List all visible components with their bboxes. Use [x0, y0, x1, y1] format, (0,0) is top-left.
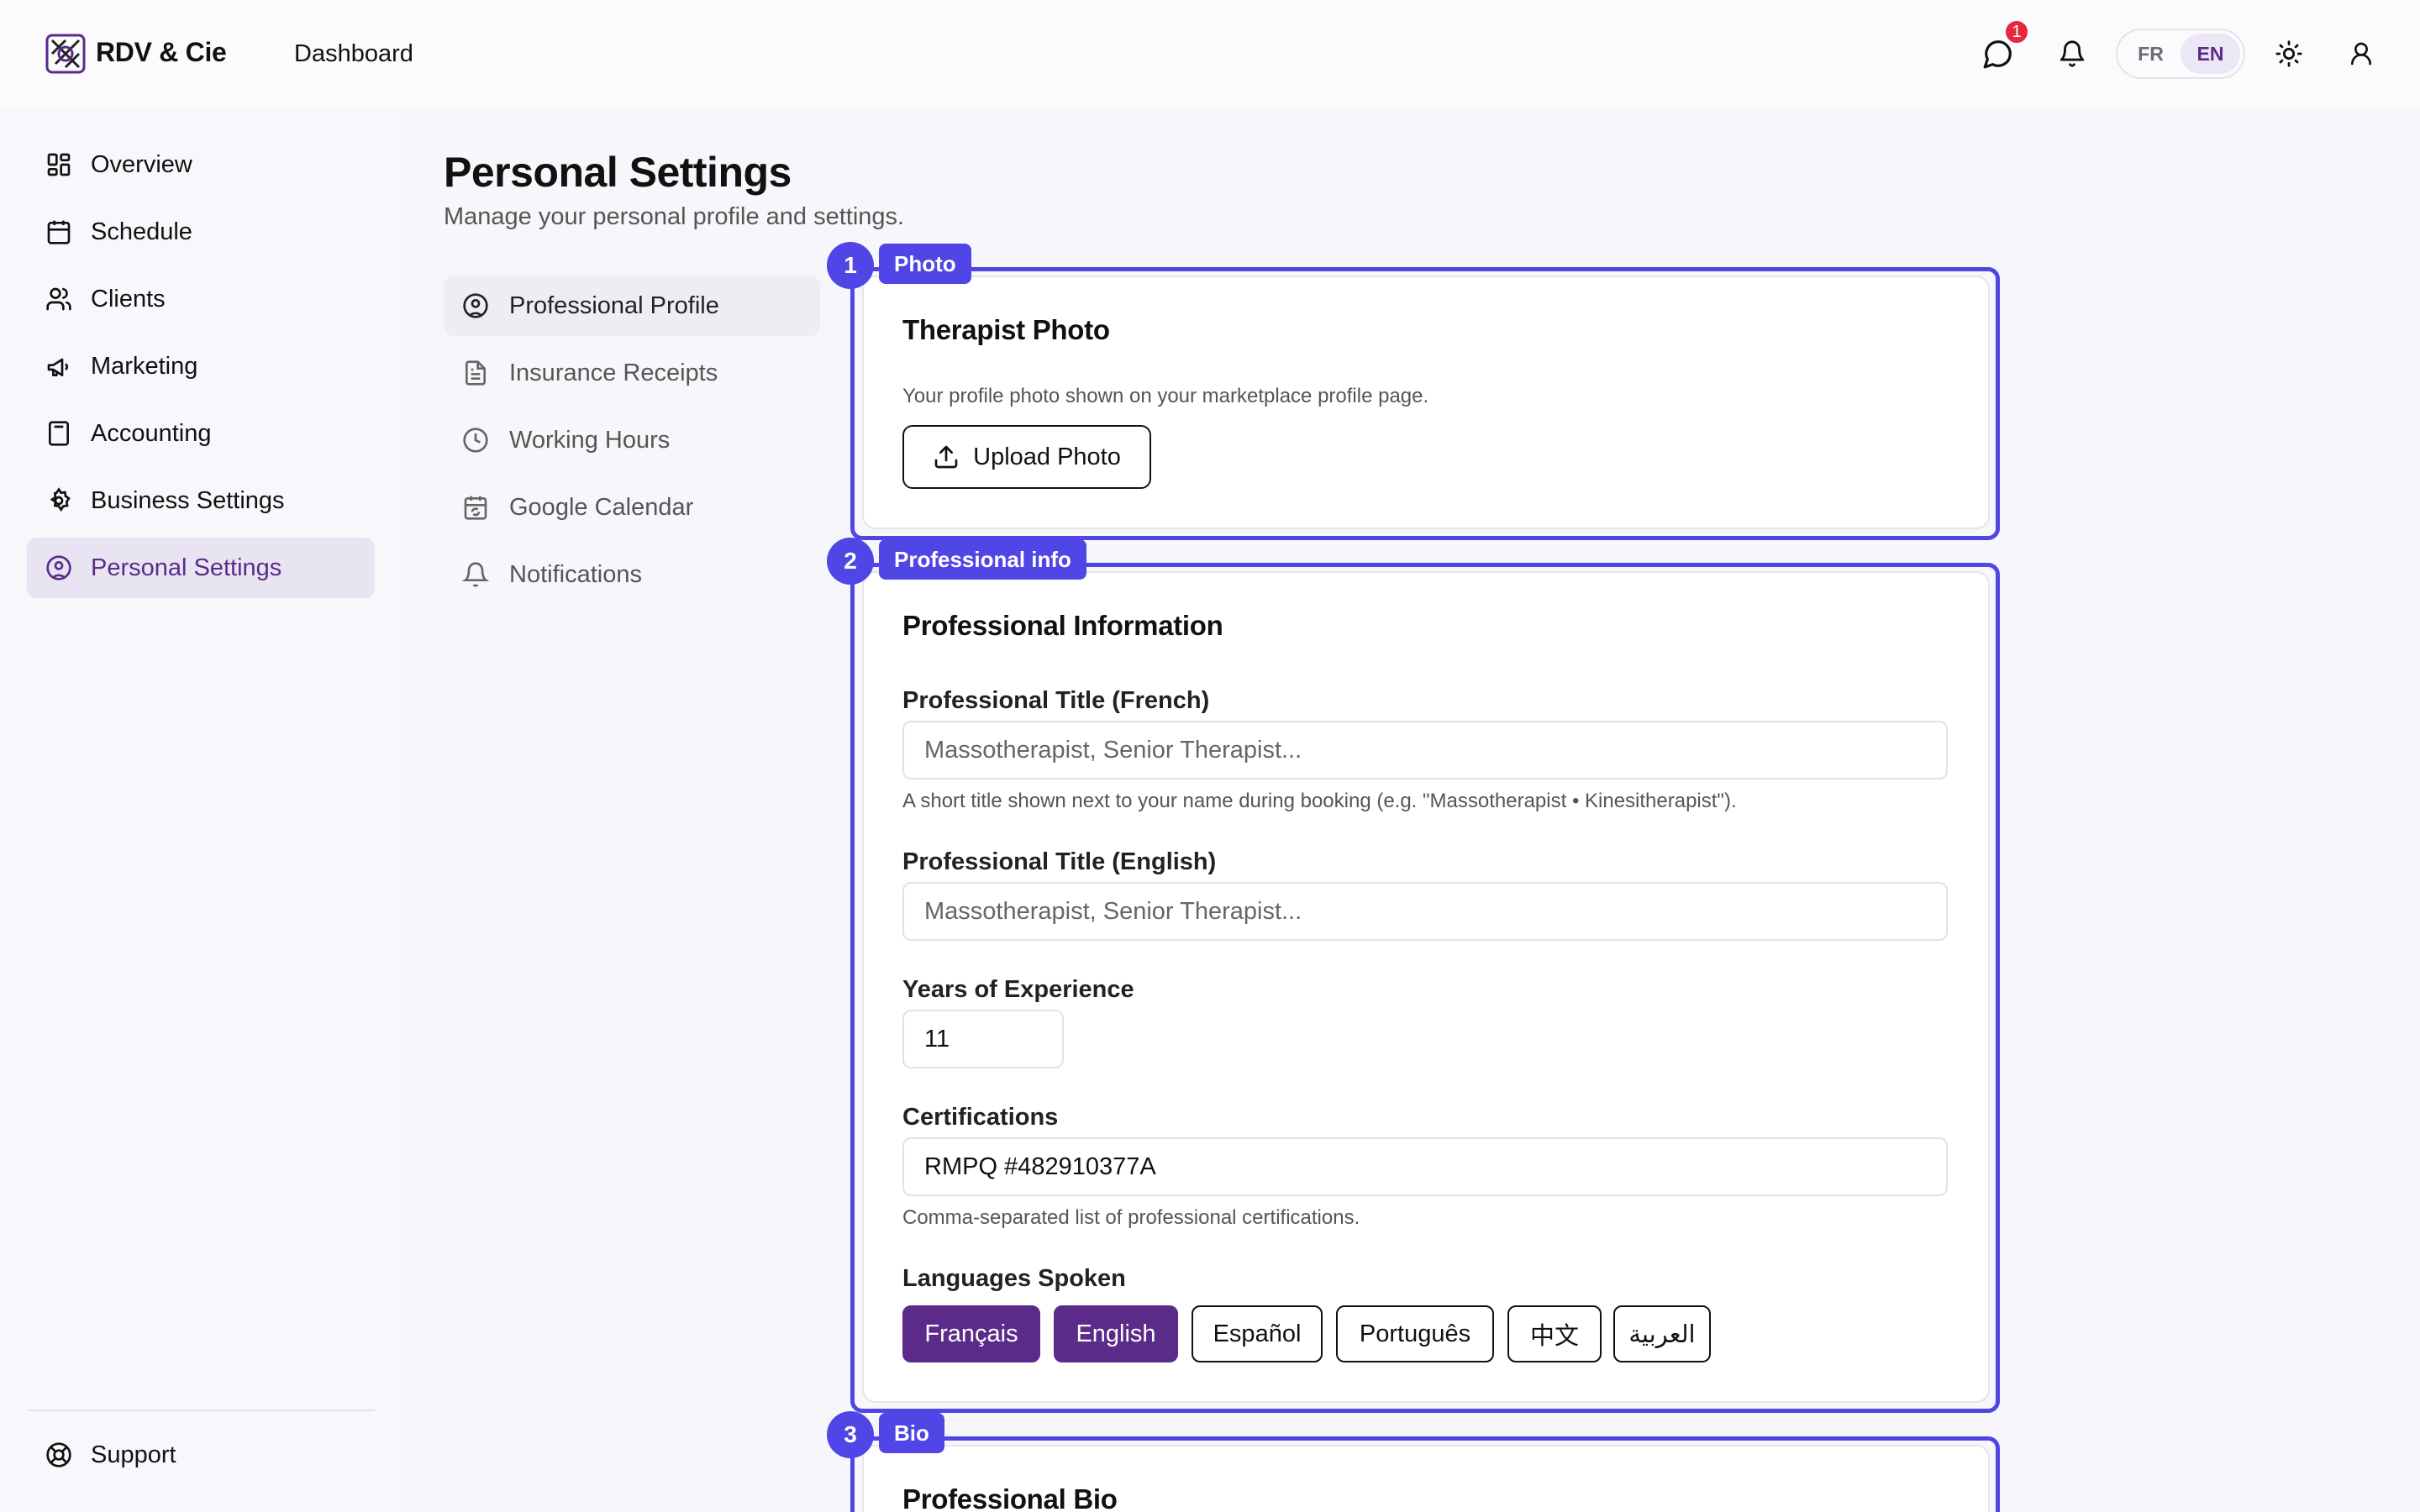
section-number-badge: 2 — [827, 538, 874, 585]
subnav-item-label: Notifications — [509, 560, 642, 588]
sidebar-item-label: Personal Settings — [91, 554, 282, 581]
user-circle-icon — [45, 554, 72, 581]
section-number-badge: 1 — [827, 242, 874, 289]
certifications-value: RMPQ #482910377A — [924, 1152, 1156, 1180]
calendar-icon — [45, 218, 72, 245]
subnav-item-notifications[interactable]: Notifications — [444, 544, 820, 605]
lang-fr-button[interactable]: FR — [2121, 34, 2181, 74]
certifications-label: Certifications — [902, 1104, 1059, 1131]
card-title: Professional Bio — [902, 1483, 1118, 1512]
sidebar-item-clients[interactable]: Clients — [27, 269, 375, 329]
bell-icon — [462, 561, 489, 588]
language-chip-espanol[interactable]: Español — [1192, 1305, 1323, 1362]
megaphone-icon — [45, 353, 72, 380]
section-number-badge: 3 — [827, 1411, 874, 1458]
sidebar-item-accounting[interactable]: Accounting — [27, 403, 375, 464]
notification-count-badge: 1 — [2003, 18, 2030, 45]
app-name[interactable]: RDV & Cie — [96, 37, 227, 68]
section-tag: Bio — [879, 1413, 944, 1453]
upload-icon — [933, 444, 960, 470]
title-en-label: Professional Title (English) — [902, 848, 1217, 875]
sidebar-item-support[interactable]: Support — [27, 1425, 375, 1485]
page-title: Personal Settings — [444, 149, 792, 196]
sidebar-item-label: Overview — [91, 150, 192, 178]
sidebar-item-label: Business Settings — [91, 486, 285, 514]
sidebar-item-schedule[interactable]: Schedule — [27, 202, 375, 262]
title-fr-label: Professional Title (French) — [902, 687, 1210, 714]
language-switcher: FR EN — [2116, 29, 2245, 79]
upload-photo-label: Upload Photo — [973, 443, 1121, 470]
title-en-placeholder: Massotherapist, Senior Therapist... — [924, 897, 1302, 925]
title-fr-placeholder: Massotherapist, Senior Therapist... — [924, 736, 1302, 764]
title-fr-input[interactable]: Massotherapist, Senior Therapist... — [902, 721, 1948, 780]
title-fr-help: A short title shown next to your name du… — [902, 790, 1737, 812]
language-chip-english[interactable]: English — [1054, 1305, 1178, 1362]
language-chip-portugues[interactable]: Português — [1336, 1305, 1494, 1362]
sidebar-item-overview[interactable]: Overview — [27, 134, 375, 195]
sidebar-item-label: Marketing — [91, 352, 198, 380]
years-experience-input[interactable]: 11 — [902, 1010, 1064, 1068]
lang-en-button[interactable]: EN — [2181, 34, 2240, 74]
languages-label: Languages Spoken — [902, 1265, 1126, 1292]
users-icon — [45, 286, 72, 312]
years-value: 11 — [924, 1025, 950, 1053]
subnav-item-professional-profile[interactable]: Professional Profile — [444, 276, 820, 336]
bell-icon[interactable] — [2054, 35, 2091, 72]
language-chip-chinese[interactable]: 中文 — [1507, 1305, 1602, 1362]
certifications-help: Comma-separated list of professional cer… — [902, 1206, 1360, 1229]
calendar-sync-icon — [462, 494, 489, 521]
clock-icon — [462, 427, 489, 454]
card-title: Therapist Photo — [902, 314, 1110, 345]
breadcrumb[interactable]: Dashboard — [294, 40, 413, 68]
user-icon[interactable] — [2343, 35, 2380, 72]
title-en-input[interactable]: Massotherapist, Senior Therapist... — [902, 882, 1948, 941]
top-bar: RDV & Cie Dashboard 1 FR EN — [0, 0, 2420, 108]
subnav-item-working-hours[interactable]: Working Hours — [444, 410, 820, 470]
sidebar-divider — [27, 1410, 375, 1411]
user-circle-icon — [462, 292, 489, 319]
upload-photo-button[interactable]: Upload Photo — [902, 425, 1151, 489]
subnav-item-insurance-receipts[interactable]: Insurance Receipts — [444, 343, 820, 403]
language-chip-arabic[interactable]: العربية — [1613, 1305, 1711, 1362]
section-tag: Professional info — [879, 539, 1086, 580]
card-description: Your profile photo shown on your marketp… — [902, 385, 1429, 407]
section-tag: Photo — [879, 244, 971, 284]
subnav-item-label: Working Hours — [509, 426, 671, 454]
sidebar-item-label: Schedule — [91, 218, 192, 245]
sidebar-item-label: Clients — [91, 285, 166, 312]
subnav-item-label: Google Calendar — [509, 493, 694, 521]
sidebar-item-marketing[interactable]: Marketing — [27, 336, 375, 396]
grid-icon — [45, 151, 72, 178]
sidebar-item-label: Accounting — [91, 419, 212, 447]
years-label: Years of Experience — [902, 976, 1134, 1003]
subnav-item-label: Professional Profile — [509, 291, 719, 319]
lifebuoy-icon — [45, 1441, 72, 1468]
card-title: Professional Information — [902, 610, 1223, 641]
document-icon — [462, 360, 489, 386]
page-subtitle: Manage your personal profile and setting… — [444, 203, 905, 230]
gear-icon — [45, 487, 72, 514]
certifications-input[interactable]: RMPQ #482910377A — [902, 1137, 1948, 1196]
sidebar-item-business-settings[interactable]: Business Settings — [27, 470, 375, 531]
subnav-item-google-calendar[interactable]: Google Calendar — [444, 477, 820, 538]
logo-icon[interactable] — [44, 32, 87, 76]
sun-icon[interactable] — [2270, 35, 2307, 72]
subnav-item-label: Insurance Receipts — [509, 359, 718, 386]
sidebar-item-label: Support — [91, 1441, 176, 1468]
sidebar-item-personal-settings[interactable]: Personal Settings — [27, 538, 375, 598]
language-chip-francais[interactable]: Français — [902, 1305, 1040, 1362]
calculator-icon — [45, 420, 72, 447]
